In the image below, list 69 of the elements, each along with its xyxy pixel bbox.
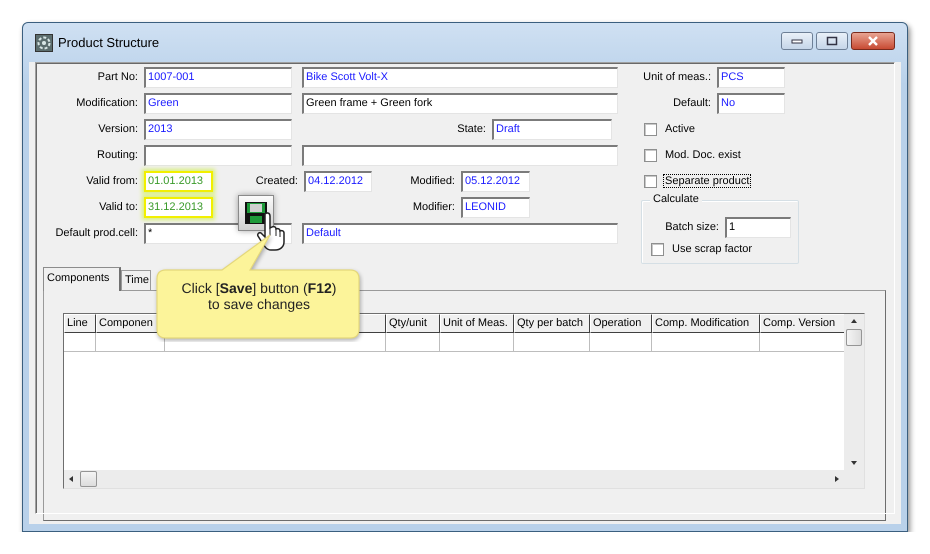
minimize-button[interactable]	[781, 32, 813, 50]
column-header[interactable]: Qty/unit	[386, 314, 440, 333]
checkbox[interactable]	[644, 122, 657, 136]
input-field[interactable]: 2013	[144, 118, 292, 140]
field-label: Modified:	[409, 175, 456, 187]
field-label: Default prod.cell:	[54, 227, 139, 239]
input-field[interactable]: 1	[725, 216, 791, 238]
field-label: Valid from:	[85, 175, 139, 187]
checkbox-label: Mod. Doc. exist	[664, 148, 742, 162]
input-field[interactable]: 31.12.2013	[144, 196, 213, 218]
column-header[interactable]: Operation	[590, 314, 652, 333]
input-field[interactable]: 04.12.2012	[304, 170, 372, 192]
window-title: Product Structure	[58, 35, 160, 50]
field-label: Default:	[672, 97, 712, 109]
table-cell[interactable]	[514, 333, 590, 352]
input-field[interactable]: 1007-001	[144, 66, 292, 88]
column-header[interactable]: Unit of Meas.	[440, 314, 514, 333]
column-header[interactable]: Qty per batch	[514, 314, 590, 333]
field-label: Created:	[254, 175, 299, 187]
field-label: Part No:	[96, 71, 139, 83]
checkbox[interactable]	[651, 242, 664, 256]
column-header[interactable]: Comp. Modification	[652, 314, 760, 333]
input-field[interactable]: LEONID	[461, 196, 530, 218]
input-field[interactable]	[302, 144, 618, 166]
close-button[interactable]	[851, 32, 895, 50]
input-field[interactable]	[144, 144, 292, 166]
gear-icon	[35, 34, 53, 52]
field-label: Unit of meas.:	[642, 71, 712, 83]
table-cell[interactable]	[386, 333, 440, 352]
input-field[interactable]: 01.01.2013	[144, 170, 213, 192]
checkbox[interactable]	[644, 174, 657, 188]
field-label: Valid to:	[98, 201, 139, 213]
checkbox[interactable]	[644, 148, 657, 162]
checkbox-label: Use scrap factor	[671, 242, 754, 256]
checkbox-label: Active	[664, 122, 696, 136]
maximize-button[interactable]	[816, 32, 848, 50]
maximize-icon	[826, 36, 838, 46]
tab[interactable]: Time	[121, 270, 151, 290]
group-title: Calculate	[650, 193, 702, 205]
table-cell[interactable]	[652, 333, 760, 352]
minimize-icon	[791, 38, 803, 44]
field-label: Version:	[97, 123, 139, 135]
tooltip-text: Click [Save] button (F12) to save changes	[180, 280, 338, 312]
field-label: Batch size:	[664, 221, 720, 233]
input-field[interactable]: Green	[144, 92, 292, 114]
column-header[interactable]: Line	[64, 314, 96, 333]
input-field[interactable]: Default	[302, 222, 618, 244]
input-field[interactable]: Green frame + Green fork	[302, 92, 618, 114]
table-cell[interactable]	[64, 333, 96, 352]
field-label: Routing:	[96, 149, 139, 161]
save-button[interactable]	[238, 195, 274, 231]
input-field[interactable]: 05.12.2012	[461, 170, 530, 192]
checkbox-label: Separate product	[663, 174, 752, 188]
input-field[interactable]: Bike Scott Volt-X	[302, 66, 618, 88]
horizontal-scrollbar[interactable]	[64, 470, 844, 488]
scroll-thumb[interactable]	[846, 329, 862, 346]
field-label: State:	[456, 123, 487, 135]
tab[interactable]: Components	[43, 267, 121, 291]
input-field[interactable]: No	[717, 92, 785, 114]
input-field[interactable]: PCS	[717, 66, 785, 88]
table-cell[interactable]	[440, 333, 514, 352]
close-icon	[867, 36, 879, 46]
table-cell[interactable]	[590, 333, 652, 352]
column-header[interactable]: Comp. Version	[760, 314, 844, 333]
field-label: Modifier:	[412, 201, 456, 213]
scroll-thumb[interactable]	[80, 471, 97, 487]
vertical-scrollbar[interactable]	[844, 314, 864, 470]
field-label: Modification:	[75, 97, 139, 109]
input-field[interactable]: Draft	[492, 118, 612, 140]
